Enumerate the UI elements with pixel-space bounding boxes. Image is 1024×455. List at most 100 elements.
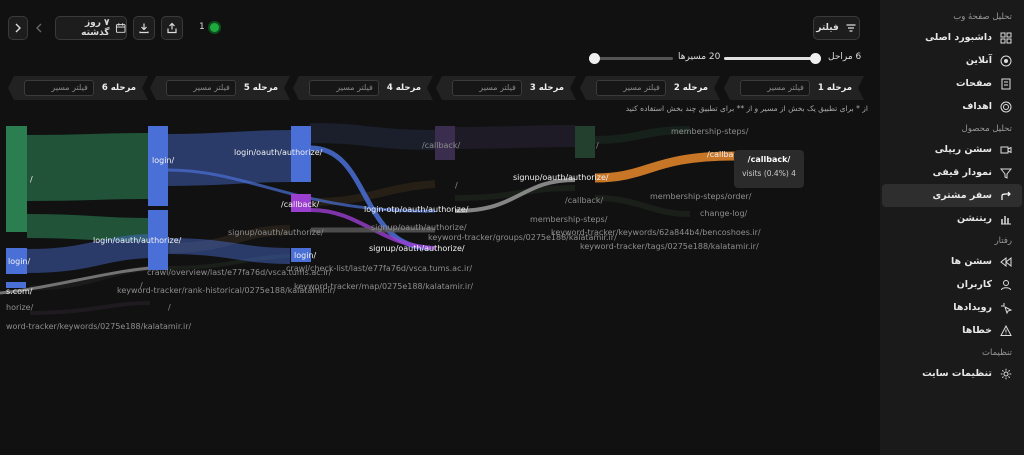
label-membership-order: membership-steps/order/ <box>650 192 752 201</box>
steps-slider-fill <box>724 57 818 60</box>
sidebar-item-label: صفحات <box>956 78 992 89</box>
filter-icon <box>846 24 856 32</box>
sidebar-item-label: خطاها <box>962 325 992 336</box>
link-dim-1 <box>309 123 436 150</box>
sidebar-item-funnel[interactable]: نمودار قیفی <box>880 161 1024 184</box>
sidebar-item-label: سشن ها <box>950 256 992 267</box>
label-slash-2: / <box>168 303 171 312</box>
paths-slider-knob[interactable] <box>589 53 600 64</box>
label-change-log: change-log/ <box>700 209 748 218</box>
date-range-button[interactable]: ۷ روز گذشته <box>55 16 127 40</box>
stage-2-filter-input[interactable]: فیلتر مسیر <box>596 80 666 96</box>
live-status-icon <box>209 22 219 32</box>
stage-4-label: مرحله 4 <box>386 83 421 93</box>
stage-6-filter-input[interactable]: فیلتر مسیر <box>24 80 94 96</box>
next-arrow-button[interactable] <box>8 16 28 40</box>
sidebar-item-goals[interactable]: اهداف <box>880 95 1024 118</box>
dashboard-icon <box>1000 32 1012 43</box>
label-slash-3: / <box>455 181 458 190</box>
sidebar-item-session-replay[interactable]: سشن ریپلی <box>880 138 1024 161</box>
steps-label: 6 مراحل <box>828 52 862 62</box>
sidebar-item-dashboard[interactable]: داشبورد اصلی <box>880 26 1024 49</box>
stage-6: مرحله 6 فیلتر مسیر <box>8 76 148 100</box>
sidebar-item-label: داشبورد اصلی <box>925 32 992 43</box>
sidebar-item-label: اهداف <box>962 101 992 112</box>
sidebar-item-sessions[interactable]: سشن ها <box>880 250 1024 273</box>
steps-slider[interactable] <box>724 53 821 64</box>
prev-arrow-button[interactable] <box>30 16 48 40</box>
sidebar-item-retention[interactable]: ریتنشن <box>880 207 1024 230</box>
sidebar-section-web: تحلیل صفحهٔ وب <box>953 12 1012 22</box>
path-filter-hint: از * برای تطبیق یک بخش از مسیر و از ** ب… <box>625 104 868 113</box>
label-horize: horize/ <box>6 303 34 312</box>
user-icon <box>1001 279 1011 290</box>
video-icon <box>1000 146 1012 153</box>
label-membership-s5: membership-steps/ <box>530 215 608 224</box>
label-root: / <box>30 175 33 184</box>
sidebar-item-label: تنظیمات سایت <box>922 368 992 379</box>
chevron-right-icon <box>15 23 21 33</box>
label-signup-s4: signup/oauth/authorize/ <box>369 244 465 253</box>
filter-button[interactable]: فیلتر <box>813 16 860 40</box>
date-range-label: ۷ روز گذشته <box>81 18 110 38</box>
node-dim-s5 <box>575 126 595 158</box>
warning-icon <box>1000 324 1012 336</box>
link-dim-2 <box>454 125 576 149</box>
share-icon <box>167 22 177 34</box>
stage-1-filter-input[interactable]: فیلتر مسیر <box>740 80 810 96</box>
stage-5-filter-input[interactable]: فیلتر مسیر <box>166 80 236 96</box>
stage-3-filter-input[interactable]: فیلتر مسیر <box>452 80 522 96</box>
paths-slider[interactable] <box>589 53 673 64</box>
sidebar-item-errors[interactable]: خطاها <box>880 319 1024 342</box>
stage-1-label: مرحله 1 <box>817 83 852 93</box>
label-oauth-s2: login/oauth/authorize/ <box>93 236 182 245</box>
label-oauth-s3: login/oauth/authorize/ <box>234 148 323 157</box>
label-keyword-tags: keyword-tracker/tags/0275e188/kalatamir.… <box>580 242 759 251</box>
sidebar-item-site-settings[interactable]: تنظیمات سایت <box>880 362 1024 385</box>
label-login-s3: login/ <box>294 251 316 260</box>
sidebar-item-pages[interactable]: صفحات <box>880 72 1024 95</box>
tooltip-text: visits (0.4%) 4 <box>742 169 796 178</box>
link-login2-to-oauth2 <box>26 234 149 273</box>
node-root <box>6 126 27 232</box>
calendar-icon <box>115 23 126 33</box>
journey-icon <box>1001 191 1011 200</box>
download-button[interactable] <box>133 16 155 40</box>
label-callback-s5: /callback/ <box>565 196 603 205</box>
sidebar-section-product: تحلیل محصول <box>961 124 1012 134</box>
paths-label: 20 مسیرها <box>678 52 721 62</box>
chart-icon <box>1001 215 1011 224</box>
stage-4-filter-input[interactable]: فیلتر مسیر <box>309 80 379 96</box>
sankey-tooltip: /callback/ visits (0.4%) 4 <box>734 150 804 188</box>
label-login-1: login/ <box>8 257 30 266</box>
live-count-value: 1 <box>199 22 205 32</box>
stage-2-label: مرحله 2 <box>673 83 708 93</box>
stage-1: مرحله 1 فیلتر مسیر <box>724 76 864 100</box>
sidebar-item-label: رویدادها <box>953 302 992 313</box>
sidebar-section-behavior: رفتار <box>994 236 1012 246</box>
sidebar-item-customer-journey[interactable]: سفر مشتری <box>882 184 1022 207</box>
stage-5-label: مرحله 5 <box>243 83 278 93</box>
label-signup-s3: signup/oauth/authorize/ <box>228 228 324 237</box>
link-dim-8 <box>29 301 151 315</box>
label-tracker-keywords-left: word-tracker/keywords/0275e188/kalatamir… <box>6 322 191 331</box>
stage-2: مرحله 2 فیلتر مسیر <box>580 76 720 100</box>
sidebar-item-label: کاربران <box>956 279 992 290</box>
link-oauth2-to-login2 <box>167 238 291 264</box>
sidebar-section-settings: تنظیمات <box>982 348 1012 358</box>
label-callback-dim: /callback/ <box>422 141 460 150</box>
sidebar-item-label: سشن ریپلی <box>934 144 992 155</box>
sidebar: تحلیل صفحهٔ وب داشبورد اصلی آنلاین صفحات… <box>880 0 1024 455</box>
link-root-to-oauth <box>26 214 149 242</box>
share-button[interactable] <box>161 16 183 40</box>
sidebar-item-events[interactable]: رویدادها <box>880 296 1024 319</box>
target-icon <box>1000 101 1012 112</box>
stage-6-label: مرحله 6 <box>101 83 136 93</box>
sidebar-item-online[interactable]: آنلاین <box>880 49 1024 72</box>
link-signup3-to-callback <box>594 151 736 183</box>
label-login-s2: login/ <box>152 156 174 165</box>
pages-icon <box>1001 78 1011 89</box>
label-slash-1: / <box>140 281 143 290</box>
sidebar-item-users[interactable]: کاربران <box>880 273 1024 296</box>
steps-slider-knob[interactable] <box>810 53 821 64</box>
